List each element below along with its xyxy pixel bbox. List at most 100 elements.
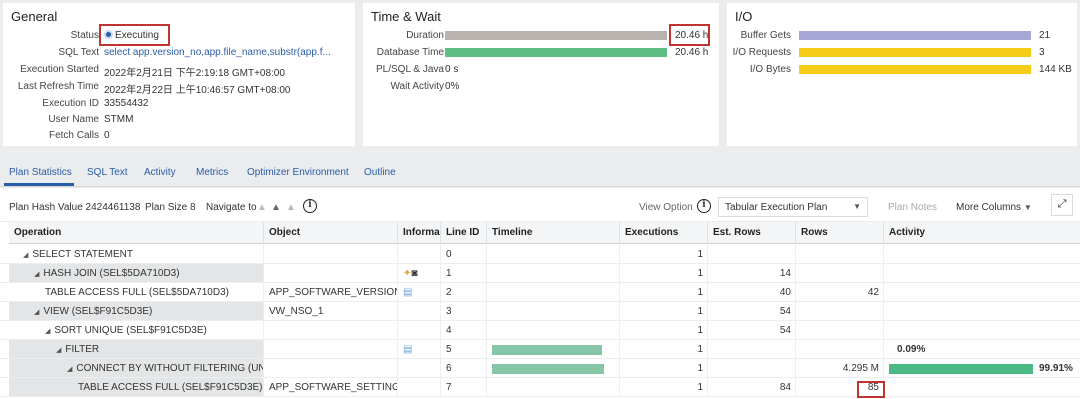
executions-cell: 1 (620, 245, 708, 263)
operation-cell[interactable]: ◢ CONNECT BY WITHOUT FILTERING (UNIQUE) (9, 359, 264, 377)
line-id-cell: 0 (441, 245, 487, 263)
expand-triangle-icon[interactable]: ◢ (34, 271, 39, 278)
information-cell (398, 378, 441, 396)
operation-text: VIEW (SEL$F91C5D3E) (43, 306, 153, 317)
navigate-info-icon[interactable]: i (303, 199, 317, 213)
line-id-cell: 4 (441, 321, 487, 339)
information-cell: ✦◙ (398, 264, 441, 282)
timeline-cell (487, 359, 620, 377)
object-cell: APP_SOFTWARE_SETTING (264, 378, 398, 396)
information-cell (398, 302, 441, 320)
execution-started-row: Execution Started 2022年2月21日 下午2:19:18 G… (3, 64, 355, 80)
sql-text-link[interactable]: select app.version_no,app.file_name,subs… (104, 47, 331, 58)
io-requests-bar (799, 48, 1031, 57)
executions-cell: 1 (620, 359, 708, 377)
timeline-cell (487, 302, 620, 320)
last-refresh-row: Last Refresh Time 2022年2月22日 上午10:46:57 … (3, 81, 355, 97)
line-id-cell: 1 (441, 264, 487, 282)
field-label: Fetch Calls (48, 130, 99, 141)
column-header-activity[interactable]: Activity (884, 222, 1080, 244)
view-option-info-icon[interactable]: i (697, 199, 711, 213)
tab-activity[interactable]: Activity (144, 167, 176, 178)
table-row[interactable]: TABLE ACCESS FULL (SEL$5DA710D3) APP_SOFT… (0, 283, 1080, 302)
timeline-cell (487, 264, 620, 282)
note-icon[interactable]: ▤ (403, 287, 412, 298)
field-value: STMM (104, 114, 134, 125)
timeline-cell (487, 283, 620, 301)
table-row[interactable]: ◢ VIEW (SEL$F91C5D3E) VW_NSO_1 3 1 54 (0, 302, 1080, 321)
tab-metrics[interactable]: Metrics (196, 167, 228, 178)
navigate-up-icon[interactable]: ▲ (271, 202, 281, 213)
timeline-bar (492, 364, 604, 374)
keys-binoculars-icon[interactable]: ✦◙ (403, 268, 417, 279)
expand-triangle-icon[interactable]: ◢ (45, 328, 50, 335)
io-panel: I/O Buffer Gets 21 I/O Requests 3 I/O By… (727, 3, 1077, 146)
status-row: Status Executing (3, 30, 355, 46)
column-header-operation[interactable]: Operation (9, 222, 264, 244)
table-row[interactable]: ◢ CONNECT BY WITHOUT FILTERING (UNIQUE) 6 1… (0, 359, 1080, 378)
rows-cell (796, 321, 884, 339)
operation-text: HASH JOIN (SEL$5DA710D3) (43, 268, 180, 279)
view-option-select[interactable]: Tabular Execution Plan ▼ (718, 197, 868, 217)
operation-cell[interactable]: TABLE ACCESS FULL (SEL$5DA710D3) (9, 283, 264, 301)
execution-id-row: Execution ID 33554432 (3, 98, 355, 114)
tab-outline[interactable]: Outline (364, 167, 396, 178)
operation-cell[interactable]: ◢ HASH JOIN (SEL$5DA710D3) (9, 264, 264, 282)
expand-triangle-icon[interactable]: ◢ (56, 347, 61, 354)
executions-cell: 1 (620, 378, 708, 396)
activity-percent: 99.91% (1039, 363, 1073, 374)
note-icon[interactable]: ▤ (403, 344, 412, 355)
fetch-calls-row: Fetch Calls 0 (3, 130, 355, 146)
activity-cell: 99.91% (884, 359, 1080, 377)
activity-cell (884, 378, 1080, 396)
plan-statistics-table: Operation Object Informa Line ID Timelin… (0, 222, 1080, 399)
expand-icon[interactable]: ⤢ (1051, 194, 1073, 216)
column-header-line-id[interactable]: Line ID (441, 222, 487, 244)
rows-cell (796, 245, 884, 263)
plan-notes-button[interactable]: Plan Notes (888, 202, 937, 213)
operation-cell[interactable]: ◢ VIEW (SEL$F91C5D3E) (9, 302, 264, 320)
information-cell (398, 321, 441, 339)
navigate-first-icon[interactable]: ▲ (257, 202, 267, 213)
table-row[interactable]: ◢ FILTER ▤ 5 1 0.09% (0, 340, 1080, 359)
tab-plan-statistics[interactable]: Plan Statistics (9, 167, 72, 178)
expand-triangle-icon[interactable]: ◢ (67, 366, 72, 373)
operation-text: TABLE ACCESS FULL (SEL$5DA710D3) (45, 287, 229, 298)
column-header-information[interactable]: Informa (398, 222, 441, 244)
navigate-last-icon[interactable]: ▲ (286, 202, 296, 213)
activity-cell (884, 283, 1080, 301)
plsql-java-label: PL/SQL & Java (376, 64, 444, 75)
activity-cell (884, 321, 1080, 339)
expand-triangle-icon[interactable]: ◢ (23, 252, 28, 259)
operation-text: SELECT STATEMENT (32, 249, 133, 260)
status-label: Status (70, 30, 99, 41)
status-highlight (99, 24, 170, 46)
tab-optimizer-environment[interactable]: Optimizer Environment (247, 167, 349, 178)
chevron-down-icon: ▼ (1023, 203, 1032, 212)
est-rows-cell: 84 (708, 378, 796, 396)
view-option-value: Tabular Execution Plan (725, 202, 828, 213)
table-row[interactable]: ◢ SORT UNIQUE (SEL$F91C5D3E) 4 1 54 (0, 321, 1080, 340)
column-header-object[interactable]: Object (264, 222, 398, 244)
operation-cell[interactable]: ◢ SORT UNIQUE (SEL$F91C5D3E) (9, 321, 264, 339)
more-columns-button[interactable]: More Columns ▼ (956, 202, 1032, 213)
column-header-timeline[interactable]: Timeline (487, 222, 620, 244)
column-header-rows[interactable]: Rows (796, 222, 884, 244)
view-option-label: View Option (639, 202, 693, 213)
column-header-executions[interactable]: Executions (620, 222, 708, 244)
column-header-est-rows[interactable]: Est. Rows (708, 222, 796, 244)
field-label: Last Refresh Time (17, 81, 99, 92)
activity-cell (884, 264, 1080, 282)
operation-cell[interactable]: ◢ FILTER (9, 340, 264, 358)
line-id-cell: 6 (441, 359, 487, 377)
operation-cell[interactable]: ◢ SELECT STATEMENT (9, 245, 264, 263)
table-row[interactable]: ◢ HASH JOIN (SEL$5DA710D3) ✦◙ 1 1 14 (0, 264, 1080, 283)
io-requests-value: 3 (1039, 47, 1045, 58)
executions-cell: 1 (620, 283, 708, 301)
tab-sql-text[interactable]: SQL Text (87, 167, 128, 178)
expand-triangle-icon[interactable]: ◢ (34, 309, 39, 316)
operation-cell[interactable]: TABLE ACCESS FULL (SEL$F91C5D3E) (9, 378, 264, 396)
table-row[interactable]: ◢ SELECT STATEMENT 0 1 (0, 245, 1080, 264)
table-row[interactable]: TABLE ACCESS FULL (SEL$F91C5D3E) APP_SOFT… (0, 378, 1080, 397)
field-label: Execution ID (42, 98, 99, 109)
